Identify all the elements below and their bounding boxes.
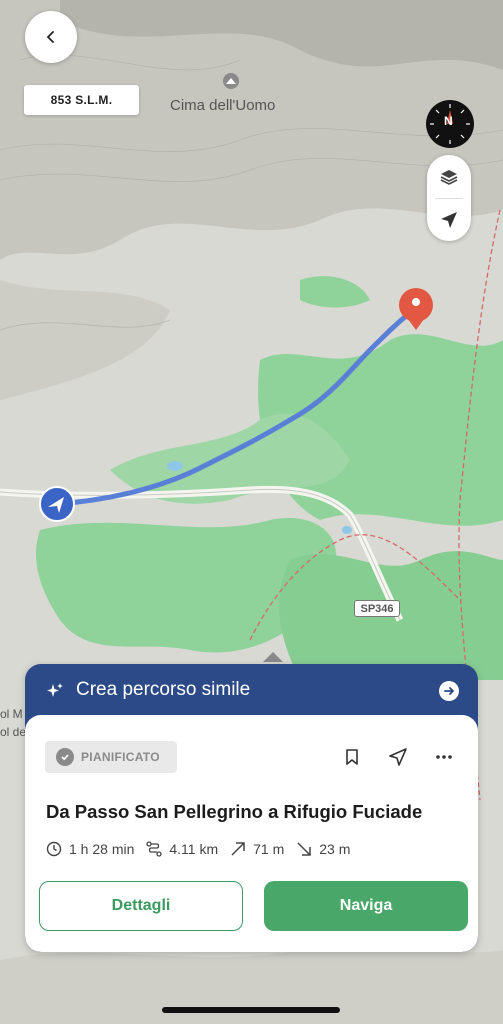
more-icon	[436, 755, 452, 759]
compass-north-label: N	[444, 114, 453, 128]
clock-icon	[46, 841, 62, 857]
layers-icon	[440, 169, 458, 185]
distance-icon	[146, 841, 163, 857]
route-card: PIANIFICATO Da Passo San Pellegrino a Ri…	[25, 715, 478, 952]
check-icon	[56, 748, 74, 766]
bookmark-button[interactable]	[340, 745, 364, 769]
route-stats: 1 h 28 min 4.11 km 71 m 23 m	[46, 841, 362, 857]
map-edge-label: ol de	[0, 725, 27, 739]
peak-icon	[223, 73, 239, 89]
road-badge: SP346	[354, 600, 400, 617]
details-button[interactable]: Dettagli	[39, 881, 243, 931]
create-similar-route-label: Crea percorso simile	[76, 679, 251, 700]
share-button[interactable]	[386, 745, 410, 769]
bookmark-icon	[346, 749, 358, 765]
status-label: PIANIFICATO	[81, 750, 160, 764]
locate-icon	[441, 211, 457, 228]
navigate-button[interactable]: Naviga	[264, 881, 468, 931]
status-badge: PIANIFICATO	[45, 741, 177, 773]
ascent-icon	[231, 842, 245, 856]
route-sheet: Crea percorso simile PIANIFICATO Da Pass…	[25, 664, 478, 952]
peak-label: Cima dell'Uomo	[170, 97, 276, 114]
back-button[interactable]	[25, 11, 77, 63]
ascent-value: 71 m	[253, 841, 285, 857]
map-edge-label: ol M	[0, 707, 23, 721]
back-icon	[46, 31, 54, 43]
descent-value: 23 m	[319, 841, 351, 857]
arrow-right-icon	[439, 681, 459, 701]
share-icon	[389, 748, 407, 766]
sparkle-icon	[47, 683, 63, 697]
route-title: Da Passo San Pellegrino a Rifugio Fuciad…	[46, 801, 423, 822]
distance-value: 4.11 km	[169, 841, 219, 857]
locate-button[interactable]	[427, 198, 471, 241]
more-button[interactable]	[432, 745, 456, 769]
home-indicator	[162, 1007, 340, 1013]
duration-value: 1 h 28 min	[69, 841, 135, 857]
elevation-label: 853 S.L.M.	[24, 85, 139, 115]
descent-icon	[297, 842, 312, 856]
create-similar-route-button[interactable]: Crea percorso simile	[25, 664, 478, 716]
compass-button[interactable]: N	[426, 100, 474, 148]
layers-button[interactable]	[427, 155, 471, 198]
map-controls	[427, 155, 471, 241]
